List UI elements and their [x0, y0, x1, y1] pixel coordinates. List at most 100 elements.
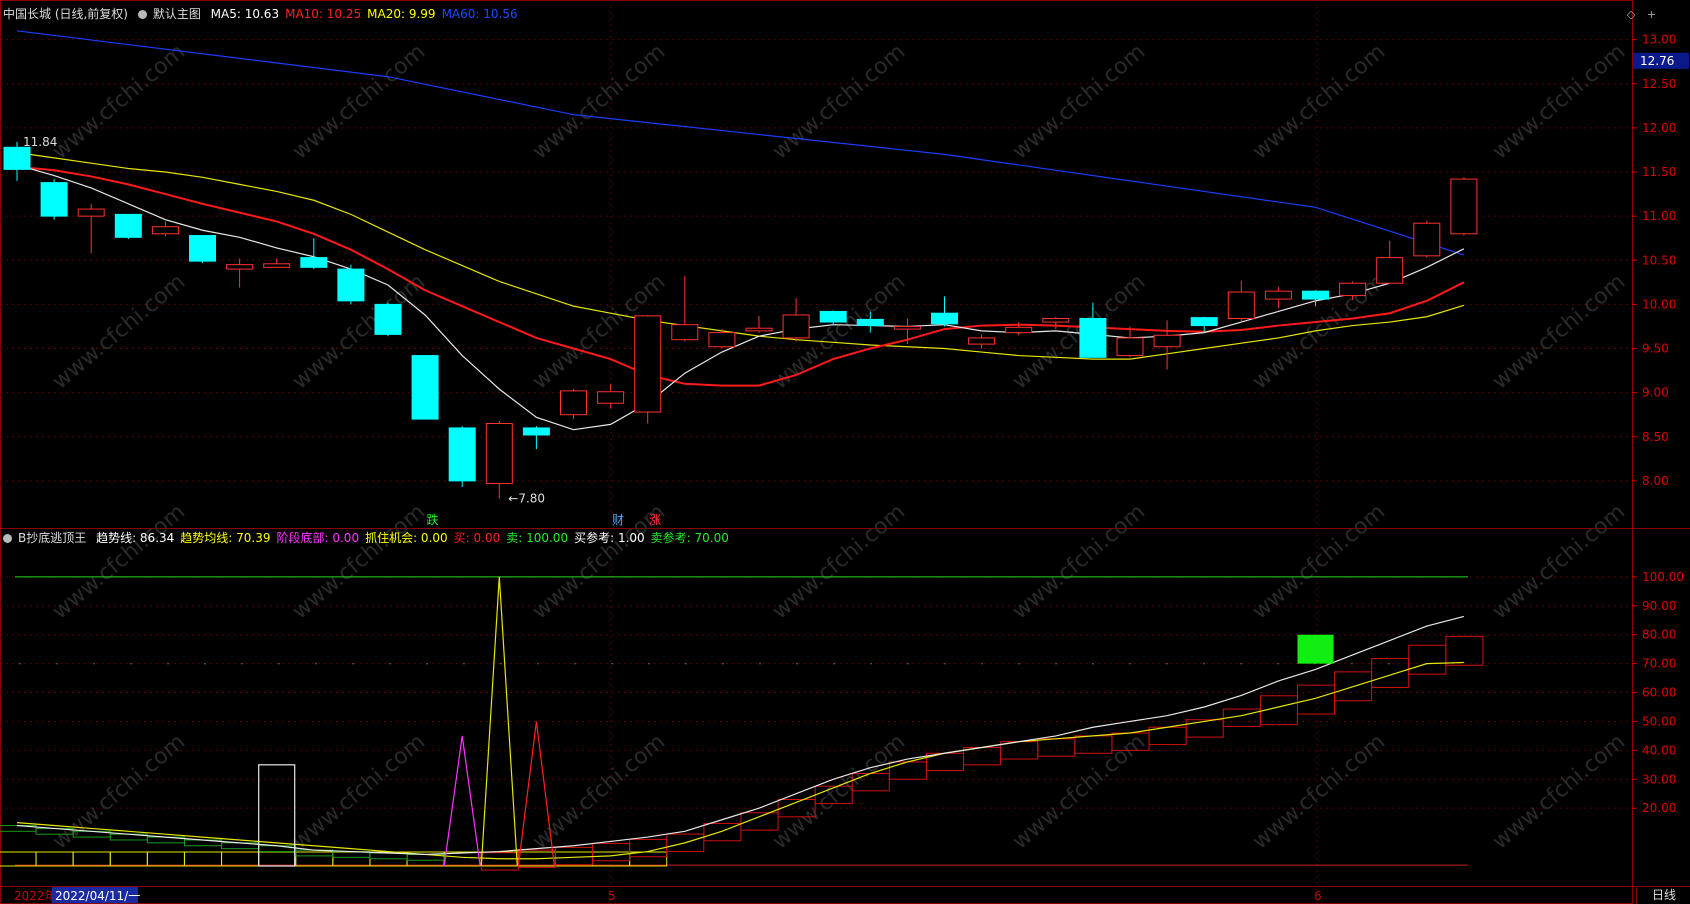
- indicator-field-2: 阶段底部: 0.00: [276, 531, 360, 545]
- price-tick-label: 11.00: [1642, 209, 1676, 223]
- date-year-label: 2022年: [14, 889, 57, 903]
- ind-dot: [241, 662, 243, 665]
- opportunity-box: [295, 851, 334, 867]
- ind-dot: [1129, 662, 1131, 665]
- indicator-field-3: 抓住机会: 0.00: [365, 531, 448, 545]
- template-dot-icon[interactable]: [137, 10, 147, 19]
- trend-line: [16, 615, 1465, 856]
- ma-label-3: MA60: 10.56: [441, 7, 518, 21]
- candle-body: [634, 315, 662, 413]
- indicator-name[interactable]: B抄底逃顶王: [18, 531, 86, 545]
- price-tick-label: 8.00: [1642, 474, 1669, 488]
- candle-body: [522, 427, 550, 436]
- ind-tick-label: 70.00: [1642, 657, 1676, 671]
- trend-box: [1037, 738, 1076, 757]
- trend-box: [555, 846, 593, 866]
- ind-tick-label: 40.00: [1642, 743, 1676, 757]
- opportunity-box: [555, 851, 593, 867]
- opportunity-box: [258, 851, 297, 867]
- plus-icon[interactable]: +: [1647, 8, 1656, 21]
- trend-box: [888, 761, 927, 780]
- candle-body: [1376, 257, 1404, 284]
- ind-dot: [833, 662, 835, 665]
- period-button[interactable]: 日线: [1636, 886, 1690, 904]
- indicator-dot-icon[interactable]: [3, 534, 12, 543]
- candle-body: [1413, 222, 1441, 257]
- ma-label-0: MA5: 10.63: [210, 7, 280, 21]
- ind-dot: [1018, 662, 1020, 665]
- candle-body: [337, 268, 365, 302]
- ind-dot: [352, 662, 354, 665]
- candle-body: [968, 337, 996, 345]
- ind-dot: [648, 662, 650, 665]
- trend-box: [1148, 726, 1187, 746]
- price-tick-label: 10.50: [1642, 253, 1676, 267]
- stock-chart[interactable]: www.cfchi.com www.cfchi.com www.cfchi.com w…: [0, 0, 1690, 904]
- watermark-text: www.cfchi.com: [1488, 39, 1630, 164]
- ma60-line: [16, 30, 1465, 256]
- candle-body: [189, 235, 216, 262]
- candle-body: [485, 423, 513, 485]
- trend-box: [963, 746, 1002, 766]
- ind-dot: [204, 662, 206, 665]
- ind-dot: [19, 662, 21, 665]
- template-name[interactable]: 默认主图: [153, 7, 201, 21]
- opportunity-box: [629, 851, 668, 867]
- trend-box: [1297, 684, 1335, 715]
- indicator-field-4: 买: 0.00: [453, 531, 501, 545]
- opportunity-box: [72, 851, 111, 867]
- price-tick-label: 13.00: [1642, 33, 1676, 47]
- ind-tick-label: 20.00: [1642, 801, 1676, 815]
- buy-reference-bar: [258, 764, 296, 867]
- watermark-text: www.cfchi.com: [528, 39, 670, 164]
- ind-tick-label: 90.00: [1642, 599, 1676, 613]
- ind-dot: [500, 662, 502, 665]
- indicator-field-6: 买参考: 1.00: [574, 531, 645, 545]
- trend-box: [1185, 719, 1224, 738]
- ind-dot: [315, 662, 317, 665]
- price-tick-label: 9.00: [1642, 386, 1669, 400]
- indicator-field-7: 卖参考: 70.00: [650, 531, 729, 545]
- candle-body: [1005, 326, 1033, 334]
- ind-dot: [1092, 662, 1094, 665]
- ind-dot: [907, 662, 909, 665]
- candle-body: [782, 314, 810, 339]
- date-cursor-label: 2022/04/11/一: [55, 889, 140, 903]
- candle-body: [1339, 282, 1367, 297]
- candle-body: [597, 391, 625, 404]
- current-price-label: 12.76: [1640, 54, 1674, 68]
- opportunity-box: [146, 851, 185, 867]
- high-price-annotation: 11.84: [23, 135, 57, 149]
- diamond-icon[interactable]: ◇: [1627, 8, 1635, 21]
- indicator-field-1: 趋势均线: 70.39: [180, 531, 271, 545]
- ind-dot: [1240, 662, 1242, 665]
- ind-dot: [537, 662, 539, 665]
- candle-body: [819, 310, 847, 323]
- candle-body: [1042, 318, 1070, 323]
- watermark-text: www.cfchi.com: [48, 269, 190, 394]
- watermark-text: www.cfchi.com: [1008, 729, 1150, 854]
- ind-dot: [870, 662, 872, 665]
- opportunity-box: [35, 851, 74, 867]
- top-right-controls: ◇ +: [1619, 8, 1656, 21]
- ind-dot: [1277, 662, 1279, 665]
- candle-body: [40, 182, 68, 217]
- indicator-field-0: 趋势线: 86.34: [96, 531, 175, 545]
- candle-body: [1116, 337, 1144, 357]
- candle-body: [856, 318, 884, 327]
- price-tick-label: 12.50: [1642, 77, 1676, 91]
- ind-dot: [93, 662, 95, 665]
- ind-dot: [463, 662, 465, 665]
- candle-body: [448, 427, 476, 482]
- candle-body: [671, 324, 699, 341]
- stock-title[interactable]: 中国长城 (日线,前复权): [3, 7, 128, 21]
- ind-dot: [1203, 662, 1205, 665]
- watermark-text: www.cfchi.com: [48, 39, 190, 164]
- watermark-text: www.cfchi.com: [768, 39, 910, 164]
- candle-body: [77, 208, 105, 217]
- watermark-text: www.cfchi.com: [1488, 269, 1630, 394]
- opportunity-box: [109, 851, 148, 867]
- ind-dot: [981, 662, 983, 665]
- watermark-text: www.cfchi.com: [1248, 269, 1390, 394]
- ma20-line: [16, 152, 1465, 360]
